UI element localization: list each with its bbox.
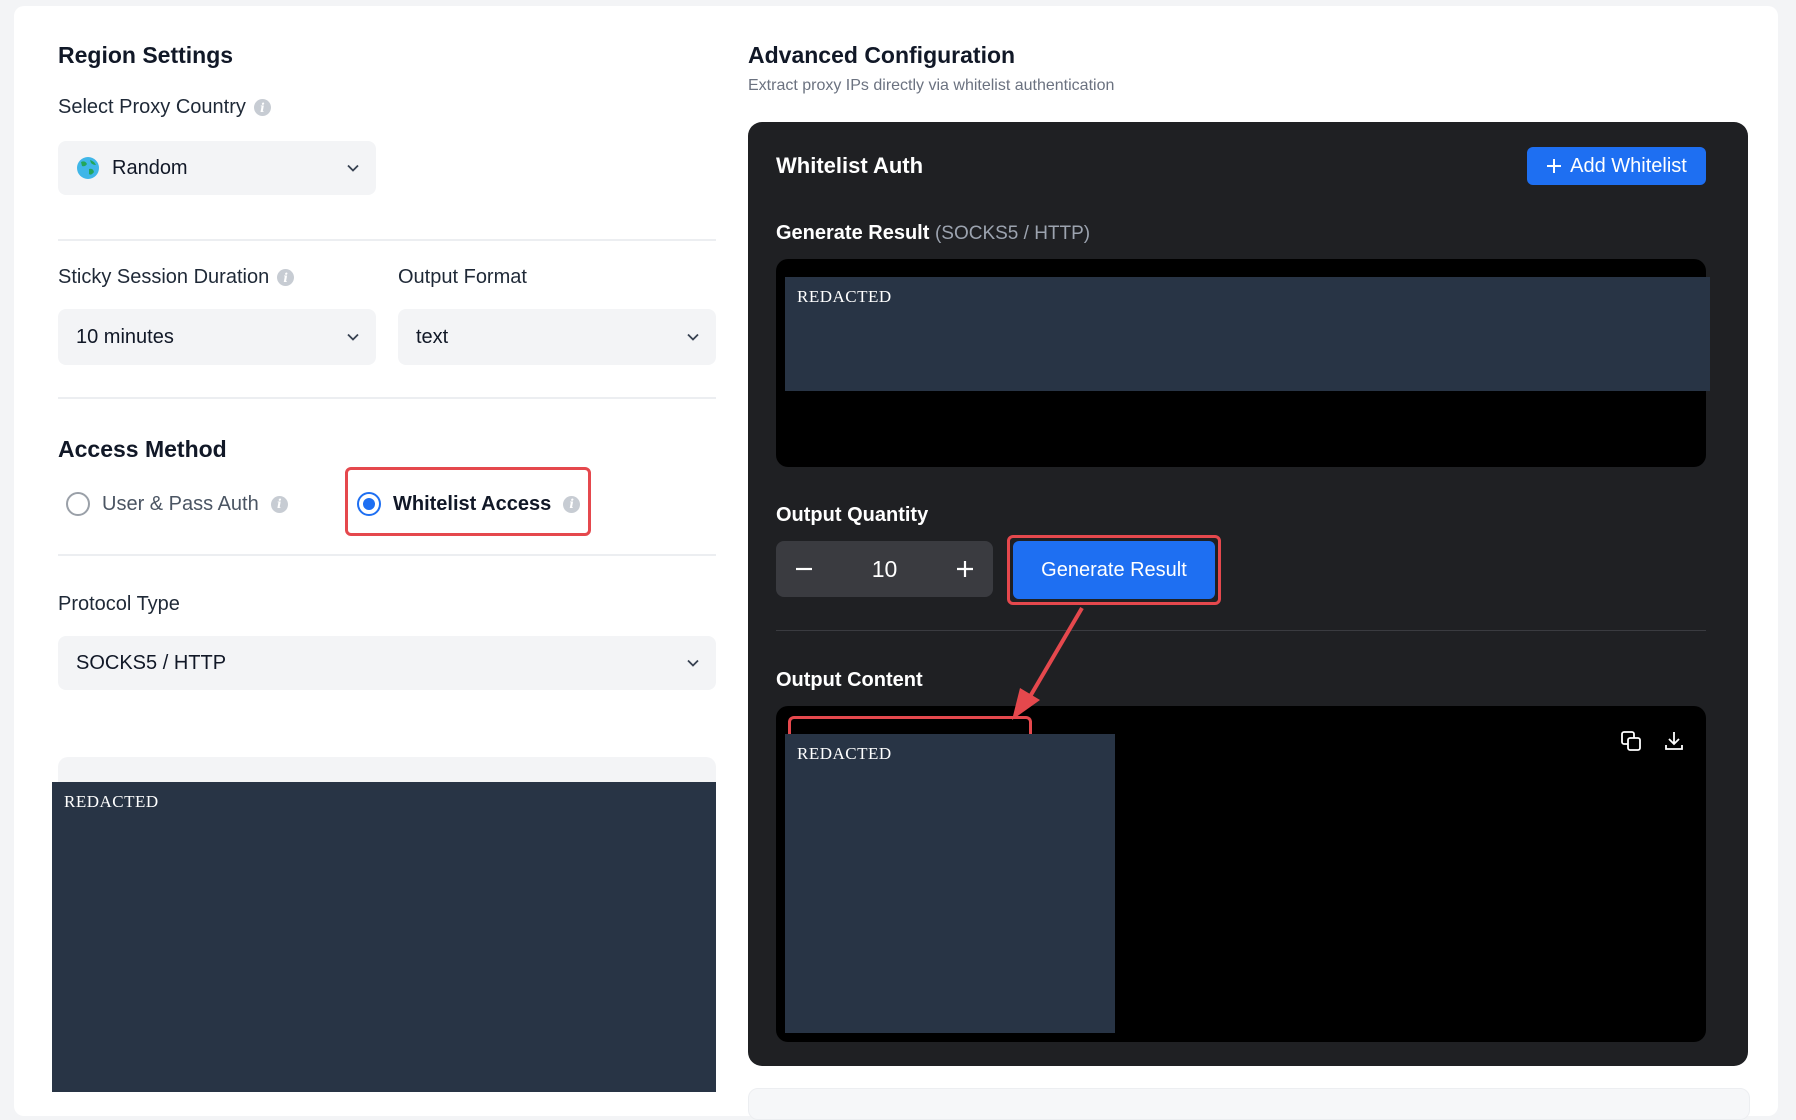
chevron-down-icon	[687, 659, 699, 667]
format-label-row: Output Format	[398, 266, 527, 289]
sticky-value: 10 minutes	[76, 325, 174, 348]
info-icon[interactable]: i	[270, 495, 288, 513]
info-icon[interactable]: i	[563, 495, 581, 513]
minus-icon	[796, 567, 812, 571]
radio-userpass-label: User & Pass Auth	[102, 492, 259, 515]
access-method-title: Access Method	[58, 436, 227, 462]
country-value: Random	[112, 156, 188, 179]
sticky-label: Sticky Session Duration	[58, 266, 270, 288]
quantity-stepper[interactable]: 10	[776, 541, 993, 597]
redacted-preview: REDACTED	[52, 782, 716, 1092]
plus-icon	[1547, 159, 1562, 173]
generate-result-button[interactable]: Generate Result	[1013, 541, 1215, 599]
generate-result-label: Generate Result	[776, 222, 930, 244]
generate-result-heading: Generate Result (SOCKS5 / HTTP)	[776, 222, 1090, 245]
output-content-text[interactable]: REDACTED	[785, 734, 1115, 1033]
divider	[58, 239, 716, 241]
country-select[interactable]: Random	[58, 141, 376, 195]
protocol-label-row: Protocol Type	[58, 593, 180, 616]
output-format-select[interactable]: text	[398, 309, 716, 365]
download-icon[interactable]	[1662, 729, 1686, 753]
country-label-row: Select Proxy Country i	[58, 96, 271, 119]
generate-result-suffix: (SOCKS5 / HTTP)	[934, 223, 1091, 244]
radio-button[interactable]	[66, 492, 90, 516]
quantity-value[interactable]: 10	[832, 556, 937, 583]
whitelist-auth-title: Whitelist Auth	[776, 153, 924, 178]
divider	[776, 630, 1706, 631]
info-icon[interactable]: i	[277, 269, 295, 286]
increment-button[interactable]	[937, 541, 993, 597]
sticky-label-row: Sticky Session Duration i	[58, 266, 295, 289]
radio-whitelist[interactable]: Whitelist Access i	[357, 492, 581, 516]
sticky-session-select[interactable]: 10 minutes	[58, 309, 376, 365]
generate-result-content[interactable]: REDACTED	[785, 277, 1710, 391]
protocol-label: Protocol Type	[58, 593, 180, 615]
format-label: Output Format	[398, 266, 527, 288]
protocol-value: SOCKS5 / HTTP	[76, 651, 227, 674]
protocol-select[interactable]: SOCKS5 / HTTP	[58, 636, 716, 690]
advanced-config-subtitle: Extract proxy IPs directly via whitelist…	[748, 77, 1115, 94]
region-settings-title: Region Settings	[58, 42, 234, 68]
add-whitelist-label: Add Whitelist	[1570, 154, 1687, 177]
copy-icon[interactable]	[1619, 729, 1643, 753]
add-whitelist-button[interactable]: Add Whitelist	[1527, 147, 1706, 185]
globe-icon	[77, 157, 99, 179]
output-quantity-label: Output Quantity	[776, 504, 929, 526]
annotation-arrow	[1012, 606, 1084, 720]
chevron-down-icon	[347, 333, 359, 341]
decrement-button[interactable]	[776, 541, 832, 597]
divider	[58, 554, 716, 556]
divider	[58, 397, 716, 399]
info-icon[interactable]: i	[253, 99, 271, 116]
chevron-down-icon	[347, 164, 359, 172]
country-label: Select Proxy Country	[58, 96, 246, 118]
bottom-panel	[748, 1088, 1750, 1120]
radio-button-selected[interactable]	[357, 492, 381, 516]
chevron-down-icon	[687, 333, 699, 341]
output-content-label: Output Content	[776, 669, 923, 691]
radio-whitelist-label: Whitelist Access	[393, 492, 552, 515]
plus-icon	[957, 561, 973, 577]
advanced-config-title: Advanced Configuration	[748, 42, 1016, 68]
format-value: text	[416, 325, 449, 348]
radio-userpass[interactable]: User & Pass Auth i	[66, 492, 288, 516]
